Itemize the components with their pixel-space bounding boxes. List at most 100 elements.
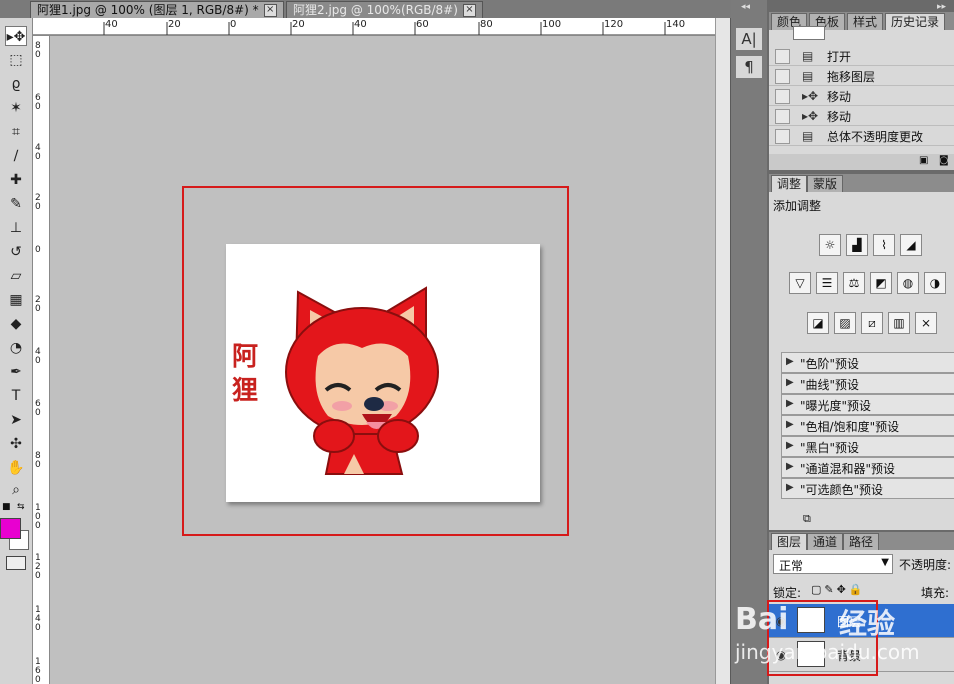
history-item[interactable]: ▸✥ 移动 (769, 86, 954, 106)
eyedropper-icon[interactable]: ∕ (5, 146, 27, 166)
history-item-label: 移动 (827, 90, 852, 104)
history-item[interactable]: ▤ 总体不透明度更改 (769, 126, 954, 146)
expand-icon: ▶ (786, 419, 794, 430)
curves-icon[interactable]: ⌇ (873, 234, 895, 256)
history-item-label: 总体不透明度更改 (827, 130, 924, 144)
history-source-checkbox[interactable] (775, 129, 790, 144)
blend-mode-select[interactable]: 正常 ▼ (773, 554, 893, 574)
ruler-label: 20 (35, 295, 41, 314)
ruler-label: 0 (35, 245, 41, 255)
tools-panel: ▸✥ ⬚ ϱ ✶ ⌗ ∕ ✚ ✎ ⊥ ↺ ▱ ▦ ◆ ◔ ✒ T ➤ ✣ ✋ ⌕… (0, 18, 33, 684)
threshold-icon[interactable]: ⧄ (861, 312, 883, 334)
history-source-checkbox[interactable] (775, 89, 790, 104)
marquee-icon[interactable]: ⬚ (5, 50, 27, 70)
type-icon[interactable]: T (5, 386, 27, 406)
lock-icons[interactable]: ▢✎✥🔒 (811, 583, 866, 596)
history-snapshot-thumb[interactable] (793, 26, 825, 40)
adjust-panel-tabs: 调整 蒙版 (769, 174, 954, 192)
preset-selective-color[interactable]: ▶ "可选颜色"预设 (781, 478, 954, 499)
highlight-box-canvas (182, 186, 569, 536)
zoom-icon[interactable]: ⌕ (5, 480, 27, 500)
history-source-checkbox[interactable] (775, 49, 790, 64)
levels-icon[interactable]: ▟ (846, 234, 868, 256)
black-white-icon[interactable]: ◩ (870, 272, 892, 294)
tab-styles[interactable]: 样式 (847, 13, 884, 30)
clip-to-layer-icon[interactable]: ⧉ (803, 512, 811, 526)
tab-doc-1-close-icon[interactable]: × (263, 4, 277, 17)
preset-exposure[interactable]: ▶ "曝光度"预设 (781, 394, 954, 415)
magic-wand-icon[interactable]: ✶ (5, 98, 27, 118)
selective-color-icon[interactable]: ⨯ (915, 312, 937, 334)
tab-channels[interactable]: 通道 (807, 533, 844, 550)
invert-icon[interactable]: ◪ (807, 312, 829, 334)
ruler-label: 80 (35, 451, 41, 470)
paragraph-panel-button[interactable]: ¶ (736, 56, 762, 78)
exposure-icon[interactable]: ◢ (900, 234, 922, 256)
gradient-icon[interactable]: ▦ (5, 290, 27, 310)
history-source-checkbox[interactable] (775, 109, 790, 124)
ruler-label: 0 (230, 19, 237, 30)
healing-brush-icon[interactable]: ✚ (5, 170, 27, 190)
lock-label: 锁定: (773, 586, 802, 600)
collapse-arrows-icon[interactable]: ◂◂ (741, 2, 750, 12)
history-item-label: 拖移图层 (827, 70, 876, 84)
vertical-scrollbar[interactable] (715, 18, 730, 684)
tab-history[interactable]: 历史记录 (885, 13, 946, 30)
preset-curves[interactable]: ▶ "曲线"预设 (781, 373, 954, 394)
history-brush-icon[interactable]: ↺ (5, 242, 27, 262)
default-colors-icon[interactable]: ■ (2, 502, 14, 512)
camera-icon[interactable]: ◙ (939, 155, 949, 166)
history-item[interactable]: ▸✥ 移动 (769, 106, 954, 126)
document-icon: ▤ (802, 69, 814, 83)
history-item-label: 移动 (827, 110, 852, 124)
collapse-arrows-icon[interactable]: ▸▸ (937, 2, 946, 12)
document-icon: ▤ (802, 49, 814, 63)
ruler-label: 160 (35, 657, 41, 684)
hand-icon[interactable]: ✋ (5, 458, 27, 478)
brightness-icon[interactable]: ☼ (819, 234, 841, 256)
new-document-icon[interactable]: ▣ (919, 155, 928, 166)
channel-mixer-icon[interactable]: ◑ (924, 272, 946, 294)
adjust-title: 添加调整 (773, 199, 822, 213)
swap-colors-icon[interactable]: ⇆ (17, 502, 29, 512)
ruler-label: 140 (35, 605, 41, 633)
foreground-color-swatch[interactable] (0, 518, 21, 539)
quick-mask-icon[interactable] (6, 556, 26, 570)
posterize-icon[interactable]: ▨ (834, 312, 856, 334)
blur-icon[interactable]: ◆ (5, 314, 27, 334)
preset-hue-saturation[interactable]: ▶ "色相/饱和度"预设 (781, 415, 954, 436)
hue-saturation-icon[interactable]: ☰ (816, 272, 838, 294)
dodge-icon[interactable]: ◔ (5, 338, 27, 358)
ruler-label: 60 (35, 93, 41, 112)
tab-adjustments[interactable]: 调整 (771, 175, 808, 192)
move-icon[interactable]: ▸✥ (5, 26, 27, 46)
history-item[interactable]: ▤ 拖移图层 (769, 66, 954, 86)
tab-doc-1[interactable]: 阿狸1.jpg @ 100% (图层 1, RGB/8#) * × (30, 1, 284, 18)
color-balance-icon[interactable]: ⚖ (843, 272, 865, 294)
character-panel-button[interactable]: A| (736, 28, 762, 50)
brush-icon[interactable]: ✎ (5, 194, 27, 214)
tab-doc-2-close-icon[interactable]: × (462, 4, 476, 17)
pen-icon[interactable]: ✒ (5, 362, 27, 382)
tab-layers[interactable]: 图层 (771, 533, 808, 550)
crop-icon[interactable]: ⌗ (5, 122, 27, 142)
tab-doc-2[interactable]: 阿狸2.jpg @ 100%(RGB/8#) × (286, 1, 483, 18)
ruler-label: 20 (292, 19, 305, 30)
gradient-map-icon[interactable]: ▥ (888, 312, 910, 334)
preset-channel-mixer[interactable]: ▶ "通道混和器"预设 (781, 457, 954, 478)
history-item[interactable]: ▤ 打开 (769, 46, 954, 66)
eraser-icon[interactable]: ▱ (5, 266, 27, 286)
clone-stamp-icon[interactable]: ⊥ (5, 218, 27, 238)
tab-masks[interactable]: 蒙版 (807, 175, 844, 192)
preset-black-white[interactable]: ▶ "黑白"预设 (781, 436, 954, 457)
history-source-checkbox[interactable] (775, 69, 790, 84)
shape-icon[interactable]: ✣ (5, 434, 27, 454)
photo-filter-icon[interactable]: ◍ (897, 272, 919, 294)
tab-paths[interactable]: 路径 (843, 533, 880, 550)
lasso-icon[interactable]: ϱ (5, 74, 27, 94)
path-select-icon[interactable]: ➤ (5, 410, 27, 430)
preset-levels[interactable]: ▶ "色阶"预设 (781, 352, 954, 373)
vibrance-icon[interactable]: ▽ (789, 272, 811, 294)
ruler-label: 40 (35, 143, 41, 162)
vertical-ruler: 80 60 40 20 0 20 40 60 80 100 120 140 16… (33, 36, 50, 684)
